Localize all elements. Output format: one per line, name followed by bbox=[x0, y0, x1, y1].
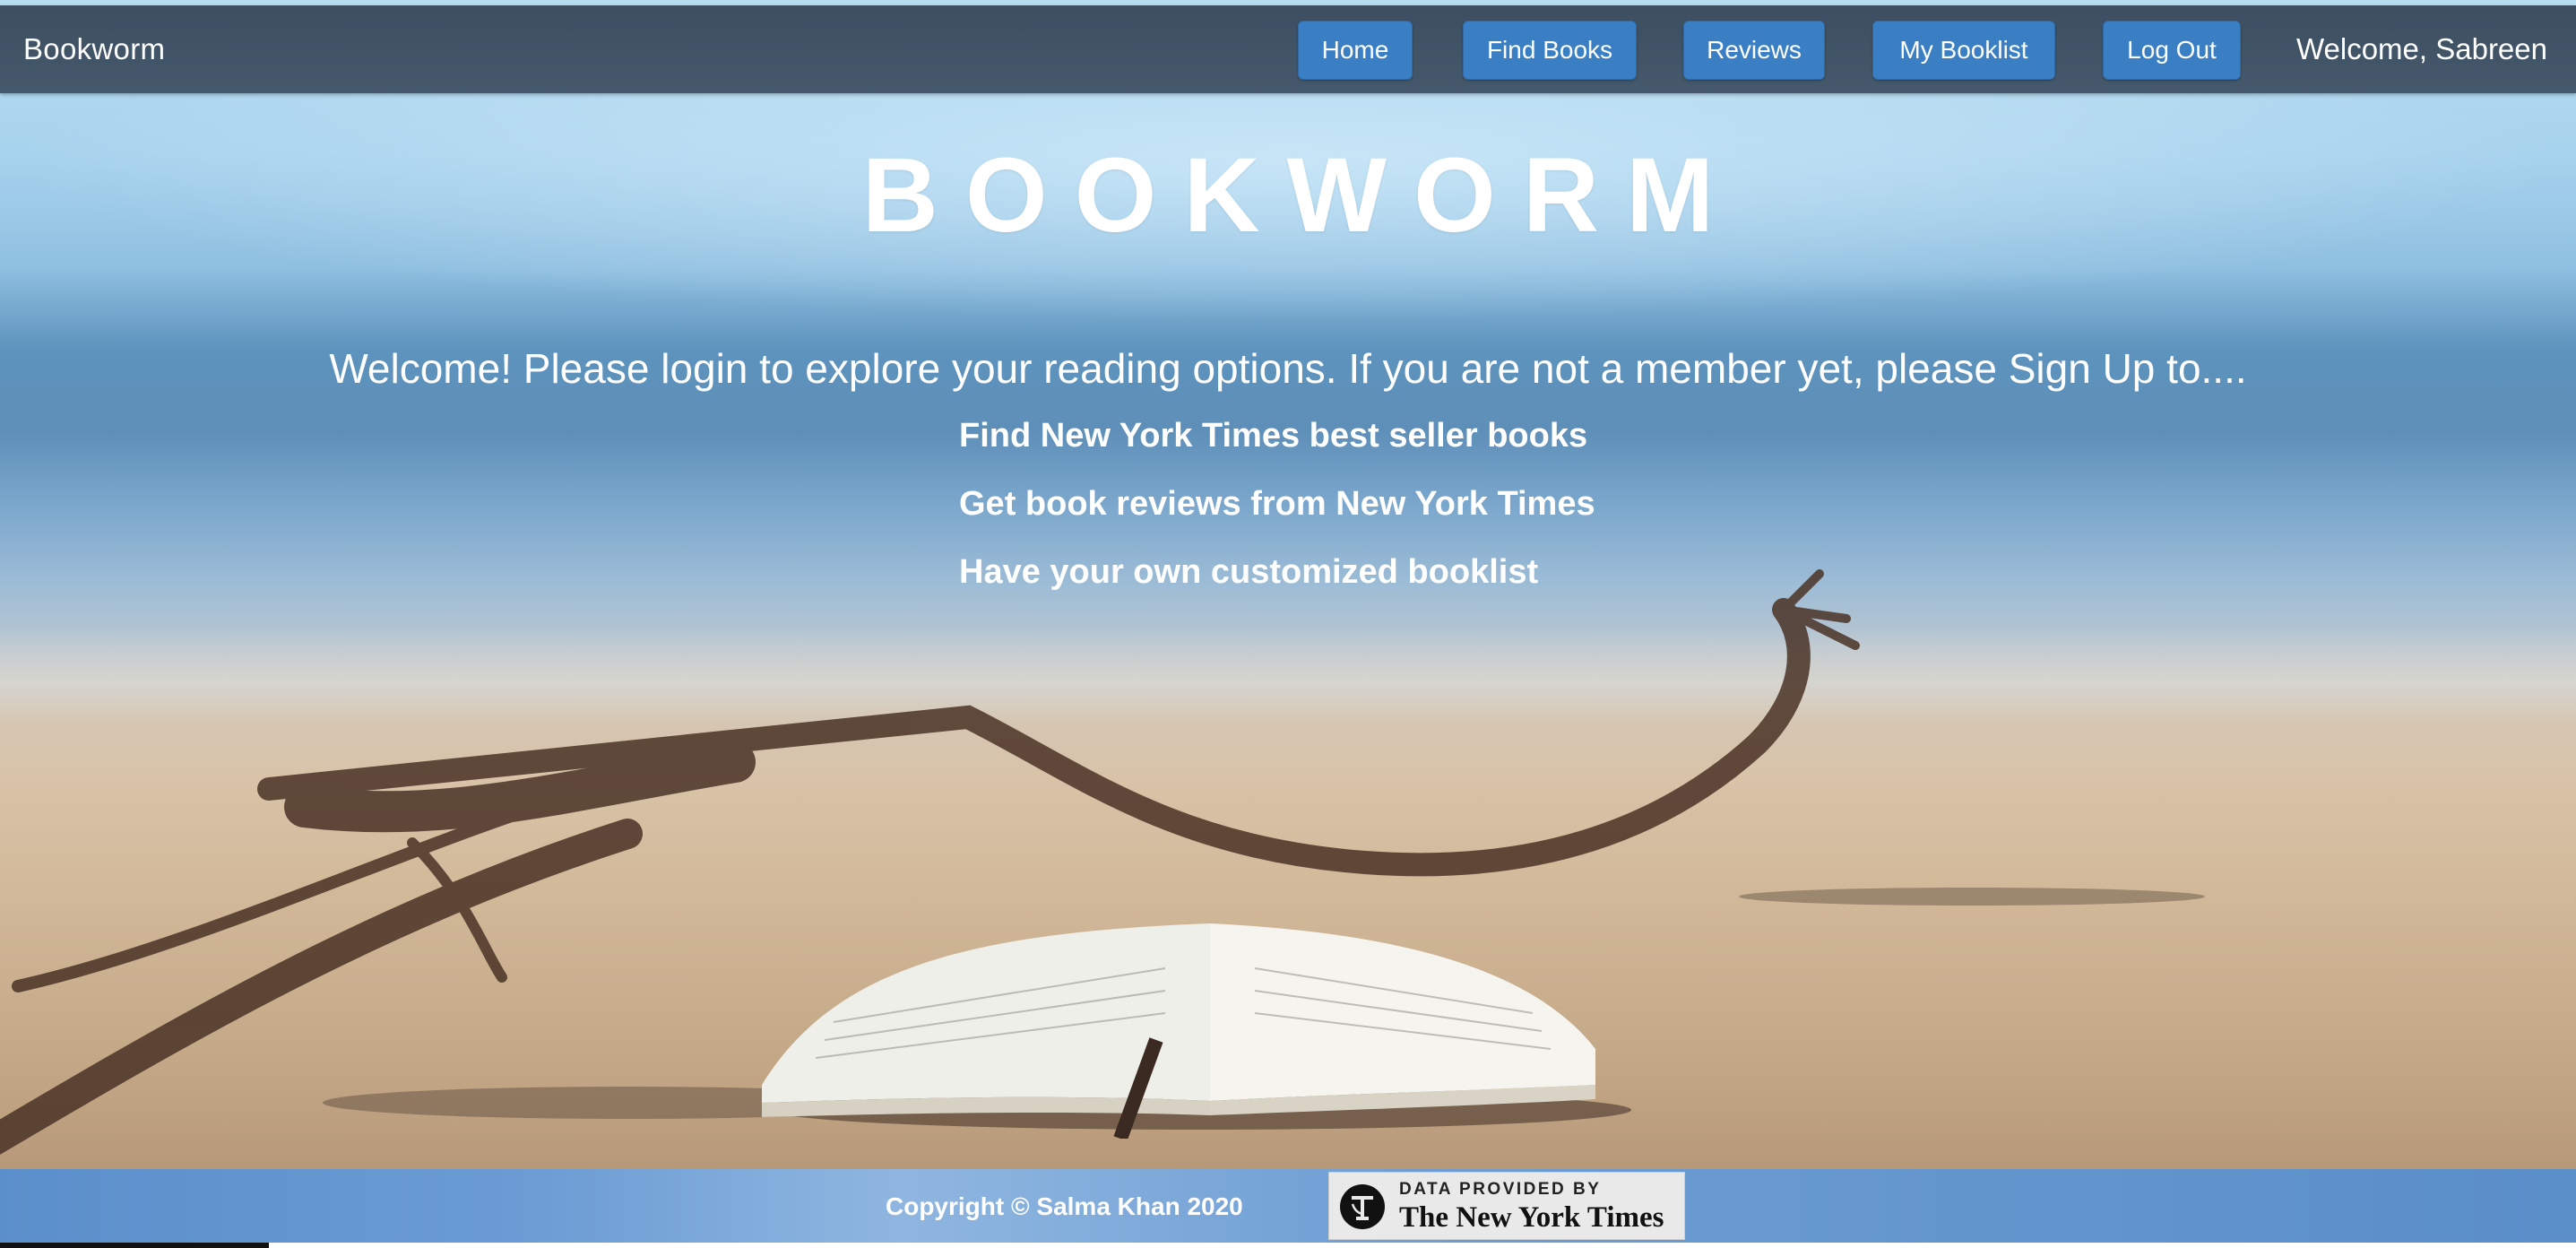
footer: Copyright © Salma Khan 2020 DATA PROVIDE… bbox=[0, 1169, 2576, 1243]
reviews-button[interactable]: Reviews bbox=[1683, 21, 1825, 80]
page-bottom-edge bbox=[0, 1243, 2576, 1248]
log-out-button[interactable]: Log Out bbox=[2103, 21, 2241, 80]
welcome-user-text: Welcome, Sabreen bbox=[2295, 32, 2547, 65]
feature-item: Find New York Times best seller books bbox=[959, 417, 1588, 455]
badge-caption: DATA PROVIDED BY bbox=[1399, 1180, 1602, 1199]
copyright-text: Copyright © Salma Khan 2020 bbox=[886, 1192, 1243, 1220]
nyt-logo-icon bbox=[1340, 1184, 1385, 1229]
home-button[interactable]: Home bbox=[1298, 21, 1413, 80]
page-bottom-edge-dark bbox=[0, 1243, 269, 1248]
feature-item: Have your own customized booklist bbox=[959, 553, 1539, 591]
find-books-button[interactable]: Find Books bbox=[1463, 21, 1637, 80]
my-booklist-button[interactable]: My Booklist bbox=[1872, 21, 2055, 80]
nyt-attribution-badge[interactable]: DATA PROVIDED BY The New York Times bbox=[1328, 1172, 1685, 1240]
navbar: Bookworm Home Find Books Reviews My Book… bbox=[0, 5, 2576, 93]
welcome-message: Welcome! Please login to explore your re… bbox=[329, 345, 2247, 392]
badge-title: The New York Times bbox=[1399, 1201, 1664, 1234]
feature-item: Get book reviews from New York Times bbox=[959, 485, 1595, 523]
open-book-illustration bbox=[762, 923, 1631, 1139]
page-title: BOOKWORM bbox=[861, 136, 1742, 255]
feature-list: Find New York Times best seller books Ge… bbox=[959, 412, 1595, 617]
brand-link[interactable]: Bookworm bbox=[23, 32, 165, 66]
